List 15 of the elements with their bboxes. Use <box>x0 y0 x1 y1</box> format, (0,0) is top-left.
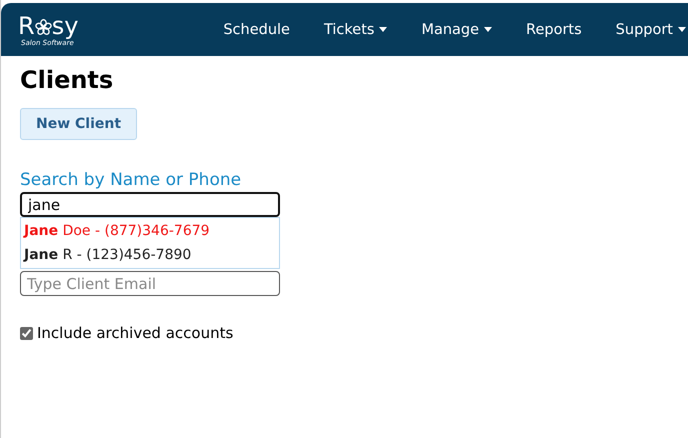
nav-link[interactable]: Support <box>616 22 686 38</box>
page-title: Clients <box>20 66 114 94</box>
nav-link[interactable]: Schedule <box>223 22 290 38</box>
suggestion-item[interactable]: Jane Doe - (877)346-7679 <box>21 219 279 243</box>
search-label: Search by Name or Phone <box>20 170 242 190</box>
nav-link[interactable]: Manage <box>421 22 492 38</box>
logo-text: R <box>18 12 35 38</box>
nav-link[interactable]: Tickets <box>324 22 388 38</box>
logo-text: sy <box>52 12 78 38</box>
nav-link[interactable]: Reports <box>526 22 582 38</box>
checkbox-label: Include archived accounts <box>37 324 234 342</box>
new-client-button[interactable]: New Client <box>20 108 138 140</box>
email-field[interactable]: Type Client Email <box>20 271 280 296</box>
search-field[interactable]: jane <box>20 192 280 217</box>
suggestion-item[interactable]: Jane R - (123)456-7890 <box>21 243 279 267</box>
